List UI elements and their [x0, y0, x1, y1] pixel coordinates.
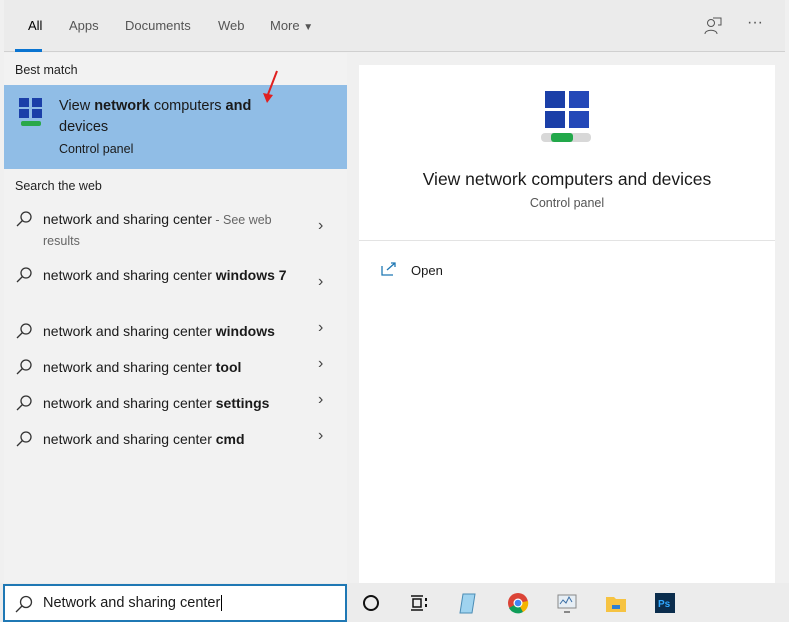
network-computers-icon	[19, 98, 42, 126]
chevron-right-icon: ›	[318, 427, 324, 444]
web-result-text: network and sharing center	[43, 395, 216, 411]
chevron-right-icon: ›	[318, 273, 324, 290]
preview-card: View network computers and devices Contr…	[359, 65, 775, 583]
web-result-item[interactable]: network and sharing center cmd ›	[4, 427, 347, 453]
tab-more[interactable]: More ▼	[270, 18, 313, 33]
search-icon	[16, 211, 32, 227]
web-result-item[interactable]: network and sharing center settings ›	[4, 391, 347, 417]
search-icon	[16, 431, 32, 447]
web-result-bold: windows	[215, 323, 275, 339]
best-match-title-5: devices	[59, 119, 109, 135]
chevron-right-icon: ›	[318, 355, 324, 372]
preview-panel: View network computers and devices Contr…	[347, 53, 785, 583]
search-input[interactable]: Network and sharing center	[43, 595, 223, 611]
task-view-icon[interactable]	[408, 592, 430, 614]
preview-title: View network computers and devices	[422, 169, 712, 189]
cortana-icon[interactable]	[360, 592, 382, 614]
photoshop-icon[interactable]: Ps	[654, 592, 676, 614]
feedback-icon[interactable]	[704, 17, 722, 35]
tab-more-label: More	[270, 18, 300, 33]
web-result-item[interactable]: network and sharing center tool ›	[4, 355, 347, 381]
web-result-text: network and sharing center	[43, 431, 216, 447]
performance-monitor-icon[interactable]	[556, 592, 578, 614]
search-icon	[16, 395, 32, 411]
active-tab-indicator	[15, 49, 42, 52]
chevron-right-icon: ›	[318, 391, 324, 408]
best-match-subtitle: Control panel	[59, 142, 134, 156]
chrome-icon[interactable]	[507, 592, 529, 614]
best-match-item[interactable]: View network computers and devices Contr…	[4, 70, 347, 169]
chevron-right-icon: ›	[318, 319, 324, 336]
web-result-text: network and sharing center	[43, 211, 212, 227]
best-match-title-3: computers	[149, 98, 226, 114]
search-icon	[16, 323, 32, 339]
web-result-bold: cmd	[215, 431, 245, 447]
chevron-right-icon: ›	[318, 217, 324, 234]
tab-web[interactable]: Web	[218, 18, 245, 33]
svg-text:Ps: Ps	[658, 599, 671, 610]
search-icon	[16, 359, 32, 375]
best-match-title-2: network	[94, 98, 150, 114]
more-options-icon[interactable]: ···	[747, 14, 763, 32]
open-icon	[381, 262, 396, 276]
tab-all[interactable]: All	[28, 18, 42, 33]
web-result-text: network and sharing center	[43, 359, 216, 375]
network-computers-large-icon	[541, 91, 591, 142]
preview-subtitle: Control panel	[529, 196, 605, 210]
open-action[interactable]: Open	[381, 262, 501, 282]
best-match-heading: Best match	[15, 63, 78, 77]
web-result-item[interactable]: network and sharing center windows ›	[4, 319, 347, 345]
best-match-title-1: View	[59, 98, 95, 114]
search-box[interactable]: Network and sharing center	[3, 584, 347, 622]
search-icon	[15, 595, 33, 613]
results-panel: Best match View network computers and de…	[4, 53, 347, 583]
search-icon	[16, 267, 32, 283]
web-result-bold: windows 7	[215, 267, 287, 283]
web-result-item[interactable]: network and sharing center - See web res…	[4, 209, 347, 253]
divider	[359, 240, 775, 241]
web-result-text: network and sharing center	[43, 267, 216, 283]
open-label: Open	[411, 263, 443, 278]
notepad-icon[interactable]	[457, 592, 479, 614]
web-result-bold: tool	[215, 359, 242, 375]
taskbar: Network and sharing center Ps	[0, 583, 789, 622]
caret-down-icon: ▼	[303, 22, 314, 33]
file-explorer-icon[interactable]	[605, 592, 627, 614]
web-result-item[interactable]: network and sharing center windows 7 ›	[4, 265, 347, 309]
search-web-heading: Search the web	[15, 179, 102, 193]
search-header: All Apps Documents Web More ▼ ···	[4, 0, 785, 52]
red-arrow-annotation	[263, 70, 278, 103]
web-result-text: network and sharing center	[43, 323, 216, 339]
web-result-bold: settings	[215, 395, 270, 411]
tab-documents[interactable]: Documents	[125, 18, 191, 33]
tab-apps[interactable]: Apps	[69, 18, 99, 33]
best-match-title-4: and	[225, 98, 252, 114]
